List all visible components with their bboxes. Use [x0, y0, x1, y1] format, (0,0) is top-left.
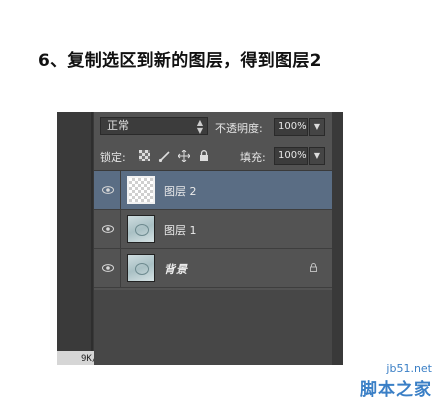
layer-row-layer-1[interactable]: 图层 1 [94, 210, 332, 249]
opacity-input[interactable]: 100% [274, 118, 308, 136]
lock-transparent-pixels-icon[interactable] [138, 150, 150, 162]
lock-image-pixels-brush-icon[interactable] [158, 150, 170, 163]
eye-visibility-icon[interactable] [102, 224, 114, 234]
layers-empty-area [94, 290, 332, 365]
eye-visibility-icon[interactable] [102, 263, 114, 273]
watermark-name: 脚本之家 [360, 380, 432, 400]
layer-name: 图层 2 [164, 185, 197, 198]
opacity-dropdown-button[interactable]: ▼ [309, 118, 325, 136]
layer-thumbnail [127, 215, 155, 243]
fill-input[interactable]: 100% [274, 147, 308, 165]
blend-mode-select[interactable]: 正常 ▲ ▼ [100, 117, 208, 135]
layers-panel: 正常 ▲ ▼ 不透明度: 100% ▼ 锁定: 填充: 100% ▼ 图层 2 … [94, 112, 332, 365]
layer-thumbnail [127, 254, 155, 282]
layer-name: 图层 1 [164, 224, 197, 237]
document-area [57, 112, 93, 365]
site-watermark: jb51.net 脚本之家 [360, 362, 432, 400]
layer-row-background[interactable]: 背景 [94, 249, 332, 288]
layer-thumbnail [127, 176, 155, 204]
lock-fill-row: 锁定: 填充: 100% ▼ [94, 142, 332, 171]
watermark-url: jb51.net [386, 362, 432, 375]
layer-options-row: 正常 ▲ ▼ 不透明度: 100% ▼ [94, 112, 332, 142]
blend-mode-value: 正常 [107, 119, 129, 132]
step-heading: 6、复制选区到新的图层，得到图层2 [38, 51, 322, 71]
lock-all-padlock-icon[interactable] [198, 150, 210, 162]
fill-dropdown-button[interactable]: ▼ [309, 147, 325, 165]
padlock-icon [310, 263, 317, 272]
layer-row-layer-2[interactable]: 图层 2 [94, 171, 332, 210]
lock-label: 锁定: [100, 151, 126, 164]
updown-arrows-icon: ▲ ▼ [196, 118, 203, 135]
layer-name: 背景 [164, 263, 188, 276]
lock-position-move-icon[interactable] [177, 149, 191, 163]
fill-label: 填充: [240, 151, 266, 164]
eye-visibility-icon[interactable] [102, 185, 114, 195]
layers-panel-screenshot: 9K/ 正常 ▲ ▼ 不透明度: 100% ▼ 锁定: 填充: 100% ▼ 图… [57, 112, 343, 365]
opacity-label: 不透明度: [215, 122, 263, 135]
